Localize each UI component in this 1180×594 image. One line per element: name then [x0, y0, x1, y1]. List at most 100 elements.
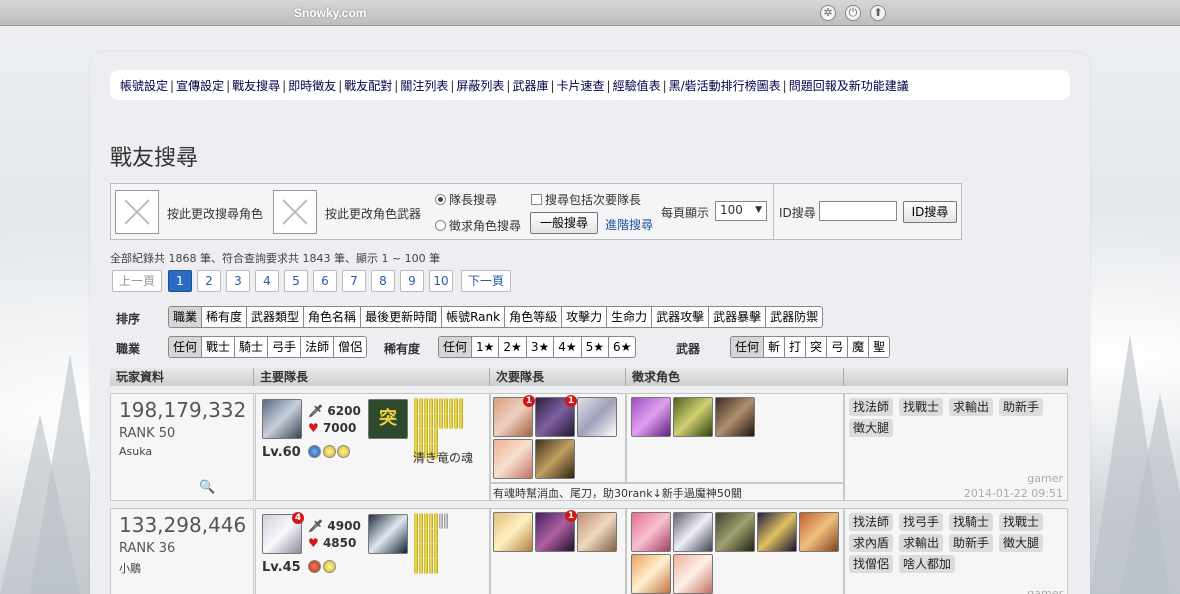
page-button[interactable]: 9 [400, 270, 424, 292]
recruit-portrait[interactable] [799, 512, 839, 552]
nav-link[interactable]: 帳號設定 [120, 79, 168, 93]
site-name[interactable]: Snowky.com [294, 6, 366, 20]
arrow-up-icon[interactable]: ⬆ [870, 5, 886, 21]
weapon-option[interactable]: 聖 [869, 337, 889, 357]
recruit-portrait[interactable] [715, 512, 755, 552]
radio-leader-search[interactable]: 隊長搜尋 [435, 191, 497, 208]
nav-link[interactable]: 戰友搜尋 [232, 79, 280, 93]
radio-dot[interactable] [435, 194, 446, 205]
page-button[interactable]: 8 [371, 270, 395, 292]
power-icon[interactable]: ⏻ [845, 5, 861, 21]
leader-char-picker[interactable] [115, 190, 159, 234]
rarity-option[interactable]: 1★ [472, 337, 500, 357]
secondary-portrait[interactable] [535, 439, 575, 479]
nav-link[interactable]: 關注列表 [400, 79, 448, 93]
nav-link[interactable]: 卡片速查 [557, 79, 605, 93]
secondary-portrait[interactable] [493, 512, 533, 552]
level-bar [414, 398, 418, 414]
weapon-picker[interactable] [273, 190, 317, 234]
id-search-input[interactable] [819, 201, 897, 221]
nav-link[interactable]: 即時徵友 [288, 79, 336, 93]
sort-option[interactable]: 武器類型 [247, 307, 305, 327]
leader-level: Lv.45 [262, 560, 301, 575]
radio-dot[interactable] [435, 220, 446, 231]
weapon-option[interactable]: 突 [806, 337, 828, 357]
job-option[interactable]: 僧侶 [334, 337, 366, 357]
job-option[interactable]: 法師 [301, 337, 335, 357]
page-button[interactable]: 6 [313, 270, 337, 292]
rarity-option[interactable]: 任何 [439, 337, 473, 357]
secondary-portrait[interactable] [493, 439, 533, 479]
change-weapon-label[interactable]: 按此更改角色武器 [325, 205, 421, 222]
weapon-option[interactable]: 任何 [731, 337, 765, 357]
secondary-portrait[interactable] [577, 397, 617, 437]
checkbox[interactable] [531, 194, 542, 205]
level-bar [434, 428, 438, 444]
recruit-portrait[interactable] [715, 397, 755, 437]
secondary-leader-checkbox[interactable]: 搜尋包括次要隊長 [531, 191, 641, 208]
nav-link[interactable]: 宣傳設定 [176, 79, 224, 93]
recruit-portrait[interactable] [673, 512, 713, 552]
job-option[interactable]: 戰士 [202, 337, 236, 357]
rarity-option[interactable]: 4★ [554, 337, 582, 357]
radio-recruit-search[interactable]: 徵求角色搜尋 [435, 217, 521, 234]
sort-option[interactable]: 武器暴擊 [709, 307, 767, 327]
nav-link[interactable]: 問題回報及新功能建議 [789, 79, 909, 93]
sort-option[interactable]: 武器防禦 [766, 307, 822, 327]
rarity-option[interactable]: 6★ [609, 337, 635, 357]
recruit-portrait[interactable] [631, 554, 671, 594]
recruit-portrait[interactable] [673, 397, 713, 437]
page-button[interactable]: 1 [168, 270, 192, 292]
weapon-option[interactable]: 打 [785, 337, 807, 357]
recruit-portrait[interactable] [757, 512, 797, 552]
sort-option[interactable]: 武器攻擊 [652, 307, 710, 327]
sort-option[interactable]: 角色等級 [505, 307, 563, 327]
sort-option[interactable]: 職業 [169, 307, 203, 327]
magnifier-icon[interactable]: 🔍 [199, 480, 215, 495]
level-bar [459, 413, 463, 429]
rarity-option[interactable]: 3★ [527, 337, 555, 357]
page-button[interactable]: 5 [284, 270, 308, 292]
weapon-option[interactable]: 斬 [764, 337, 786, 357]
secondary-portrait[interactable] [577, 512, 617, 552]
next-page-button[interactable]: 下一頁 [461, 270, 511, 292]
general-search-button[interactable]: 一般搜尋 [530, 212, 598, 234]
sword-icon: 🗡 [308, 404, 324, 418]
atk-value: 6200 [327, 404, 361, 418]
sort-option[interactable]: 帳號Rank [442, 307, 506, 327]
page-button[interactable]: 7 [342, 270, 366, 292]
sort-option[interactable]: 攻擊力 [562, 307, 608, 327]
weapon-option[interactable]: 弓 [827, 337, 849, 357]
recruit-portrait[interactable] [631, 397, 671, 437]
nav-link[interactable]: 經驗值表 [613, 79, 661, 93]
job-option[interactable]: 任何 [169, 337, 203, 357]
page-button[interactable]: 10 [429, 270, 453, 292]
gear-icon[interactable]: ✲ [820, 5, 836, 21]
page-button[interactable]: 2 [197, 270, 221, 292]
page-button[interactable]: 3 [226, 270, 250, 292]
advanced-search-link[interactable]: 進階搜尋 [605, 216, 653, 233]
weapon-portrait[interactable] [368, 514, 408, 554]
leader-portrait[interactable] [262, 399, 302, 439]
per-page-select[interactable]: 100 ▼ [715, 201, 767, 221]
recruit-portrait[interactable] [631, 512, 671, 552]
nav-link[interactable]: 戰友配對 [344, 79, 392, 93]
job-option[interactable]: 騎士 [235, 337, 269, 357]
rarity-option[interactable]: 2★ [499, 337, 527, 357]
nav-link[interactable]: 屏蔽列表 [456, 79, 504, 93]
sort-option[interactable]: 最後更新時間 [361, 307, 443, 327]
nav-link[interactable]: 黑/砦活動排行榜圖表 [669, 79, 781, 93]
nav-link[interactable]: 武器庫 [512, 79, 548, 93]
page-button[interactable]: 4 [255, 270, 279, 292]
sort-option[interactable]: 生命力 [607, 307, 653, 327]
id-search-button[interactable]: ID搜尋 [903, 201, 957, 223]
prev-page-button[interactable]: 上一頁 [112, 270, 162, 292]
sort-option[interactable]: 稀有度 [202, 307, 248, 327]
rarity-option[interactable]: 5★ [582, 337, 610, 357]
weapon-option[interactable]: 魔 [848, 337, 870, 357]
sort-option[interactable]: 角色名稱 [304, 307, 362, 327]
job-option[interactable]: 弓手 [268, 337, 302, 357]
recruit-portrait[interactable] [673, 554, 713, 594]
change-char-label[interactable]: 按此更改搜尋角色 [167, 205, 263, 222]
weapon-portrait[interactable]: 突 [368, 399, 408, 439]
